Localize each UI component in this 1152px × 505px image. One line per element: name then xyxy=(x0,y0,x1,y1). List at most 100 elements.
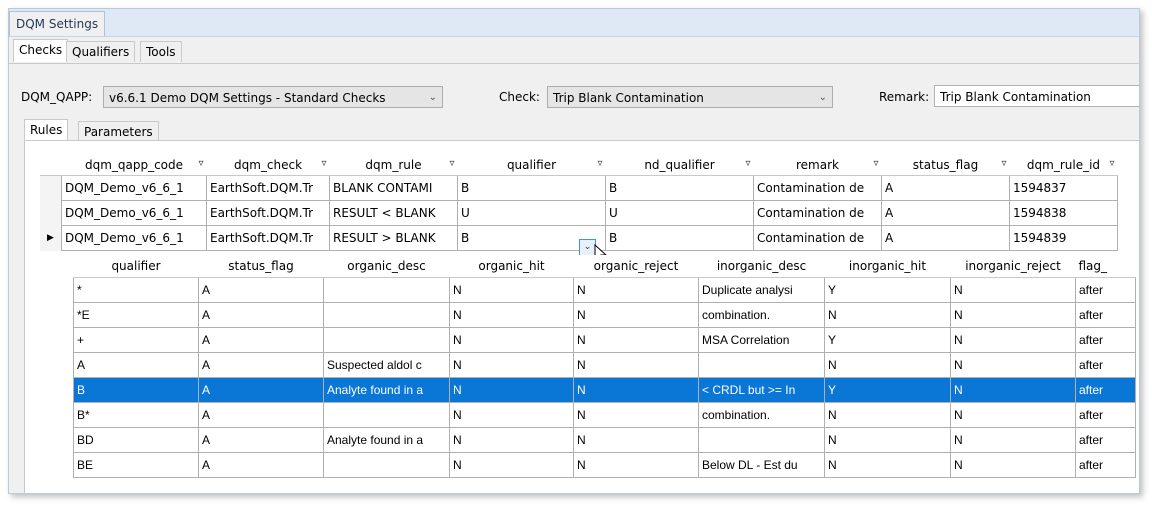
list-cell[interactable]: N xyxy=(950,402,1076,428)
list-cell[interactable]: N xyxy=(449,402,574,428)
table-cell[interactable]: DQM_Demo_v6_6_1 xyxy=(61,225,207,251)
list-cell[interactable]: Duplicate analysi xyxy=(698,277,825,303)
list-cell[interactable]: N xyxy=(449,327,574,353)
column-header[interactable]: organic_desc xyxy=(323,255,450,278)
list-cell[interactable]: after xyxy=(1075,377,1136,403)
table-cell[interactable]: U xyxy=(457,200,606,226)
column-header[interactable]: status_flag ▿ xyxy=(881,154,1010,176)
list-cell[interactable]: combination. xyxy=(698,402,825,428)
list-cell[interactable]: Below DL - Est du xyxy=(698,452,825,478)
table-cell[interactable]: 1594838 xyxy=(1009,200,1118,226)
table-cell[interactable]: EarthSoft.DQM.Tr xyxy=(206,225,330,251)
list-cell[interactable] xyxy=(698,427,825,453)
list-cell[interactable]: N xyxy=(573,402,699,428)
list-cell[interactable] xyxy=(698,352,825,378)
table-row[interactable]: DQM_Demo_v6_6_1 EarthSoft.DQM.Tr BLANK C… xyxy=(40,175,1118,201)
list-cell[interactable]: after xyxy=(1075,327,1136,353)
list-cell[interactable]: N xyxy=(824,402,951,428)
column-header[interactable]: remark ▿ xyxy=(753,154,882,176)
list-cell[interactable] xyxy=(323,327,450,353)
list-cell[interactable]: after xyxy=(1075,452,1136,478)
table-cell[interactable]: B xyxy=(457,175,606,201)
tab-rules[interactable]: Rules xyxy=(24,119,69,141)
list-cell[interactable]: + xyxy=(73,327,199,353)
list-cell[interactable]: A xyxy=(198,327,324,353)
table-cell[interactable]: A xyxy=(881,200,1010,226)
list-cell[interactable]: N xyxy=(449,427,574,453)
table-cell[interactable]: EarthSoft.DQM.Tr xyxy=(206,175,330,201)
list-cell[interactable]: Y xyxy=(824,377,951,403)
list-cell[interactable]: N xyxy=(950,302,1076,328)
list-cell[interactable]: N xyxy=(573,327,699,353)
tab-qualifiers[interactable]: Qualifiers xyxy=(66,41,136,62)
column-header[interactable]: qualifier ▿ xyxy=(457,154,606,176)
funnel-icon[interactable]: ▿ xyxy=(1109,158,1114,169)
funnel-icon[interactable]: ▿ xyxy=(745,158,750,169)
list-cell[interactable]: N xyxy=(950,427,1076,453)
tab-checks[interactable]: Checks xyxy=(13,39,69,62)
list-cell[interactable]: N xyxy=(950,327,1076,353)
table-row[interactable]: DQM_Demo_v6_6_1 EarthSoft.DQM.Tr RESULT … xyxy=(40,200,1118,226)
list-cell[interactable]: N xyxy=(950,377,1076,403)
column-header[interactable]: inorganic_hit xyxy=(824,255,951,278)
list-cell[interactable]: N xyxy=(824,427,951,453)
table-cell[interactable]: RESULT > BLANK xyxy=(329,225,458,251)
table-cell[interactable]: DQM_Demo_v6_6_1 xyxy=(61,200,207,226)
list-cell[interactable]: N xyxy=(449,277,574,303)
column-header[interactable]: nd_qualifier ▿ xyxy=(605,154,754,176)
column-header[interactable]: dqm_rule ▿ xyxy=(329,154,458,176)
list-cell[interactable]: N xyxy=(573,427,699,453)
table-cell[interactable]: Contamination de xyxy=(753,175,882,201)
funnel-icon[interactable]: ▿ xyxy=(198,158,203,169)
column-header[interactable]: flag_ xyxy=(1075,255,1136,278)
doc-tab-dqm-settings[interactable]: DQM Settings xyxy=(9,11,106,36)
list-cell[interactable]: N xyxy=(824,352,951,378)
list-cell[interactable]: A xyxy=(73,352,199,378)
list-item[interactable]: BD A Analyte found in a N N N Nafter xyxy=(73,427,1136,453)
list-cell[interactable]: A xyxy=(198,402,324,428)
table-cell[interactable]: A xyxy=(881,175,1010,201)
list-cell[interactable]: < CRDL but >= In xyxy=(698,377,825,403)
list-cell[interactable]: N xyxy=(449,377,574,403)
column-header[interactable]: dqm_qapp_code ▿ xyxy=(61,154,207,176)
list-cell[interactable]: after xyxy=(1075,302,1136,328)
row-selector[interactable] xyxy=(40,200,62,226)
list-cell[interactable]: N xyxy=(449,352,574,378)
list-cell[interactable]: B* xyxy=(73,402,199,428)
row-selector[interactable]: ▶ xyxy=(40,225,62,251)
funnel-icon[interactable]: ▿ xyxy=(321,158,326,169)
row-selector[interactable] xyxy=(40,175,62,201)
table-cell[interactable]: 1594839 xyxy=(1009,225,1118,251)
table-cell[interactable]: U xyxy=(605,200,754,226)
list-cell[interactable]: Analyte found in a xyxy=(323,427,450,453)
table-cell[interactable]: 1594837 xyxy=(1009,175,1118,201)
list-cell[interactable]: BD xyxy=(73,427,199,453)
table-cell[interactable]: DQM_Demo_v6_6_1 xyxy=(61,175,207,201)
list-item[interactable]: *E A N Ncombination. N Nafter xyxy=(73,302,1136,328)
column-header[interactable]: inorganic_desc xyxy=(698,255,825,278)
list-cell[interactable]: N xyxy=(573,277,699,303)
table-cell[interactable]: Contamination de xyxy=(753,225,882,251)
check-select[interactable]: Trip Blank Contamination ⌄ xyxy=(547,86,833,108)
column-header[interactable]: status_flag xyxy=(198,255,324,278)
funnel-icon[interactable]: ▿ xyxy=(1001,158,1006,169)
list-cell[interactable]: BE xyxy=(73,452,199,478)
list-cell[interactable] xyxy=(323,452,450,478)
list-cell[interactable]: N xyxy=(449,302,574,328)
tab-parameters[interactable]: Parameters xyxy=(78,121,159,141)
list-cell[interactable] xyxy=(323,302,450,328)
list-cell[interactable]: A xyxy=(198,277,324,303)
list-cell[interactable]: N xyxy=(950,277,1076,303)
remark-field[interactable]: Trip Blank Contamination xyxy=(934,85,1139,107)
list-cell[interactable]: A xyxy=(198,377,324,403)
list-item-selected[interactable]: B A Analyte found in a N N < CRDL but >= In Y N… xyxy=(73,377,1136,403)
table-cell[interactable]: RESULT < BLANK xyxy=(329,200,458,226)
list-cell[interactable]: Y xyxy=(824,277,951,303)
list-cell[interactable]: MSA Correlation xyxy=(698,327,825,353)
list-cell[interactable]: Analyte found in a xyxy=(323,377,450,403)
list-cell[interactable]: N xyxy=(449,452,574,478)
table-cell[interactable]: B xyxy=(605,175,754,201)
column-header[interactable]: dqm_check ▿ xyxy=(206,154,330,176)
table-cell[interactable]: BLANK CONTAMI xyxy=(329,175,458,201)
table-cell[interactable]: A xyxy=(881,225,1010,251)
